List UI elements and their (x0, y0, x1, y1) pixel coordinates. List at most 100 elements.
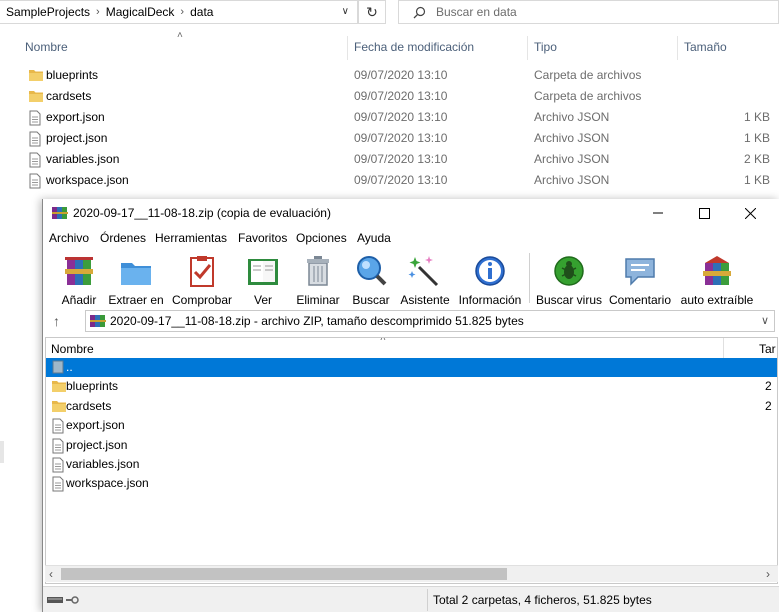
file-date: 09/07/2020 13:10 (354, 131, 448, 145)
file-date: 09/07/2020 13:10 (354, 110, 448, 124)
item-size: 2 (765, 379, 772, 394)
file-list: ˄ Nombre Tar .. blueprints 2 cardsets 2 expor… (45, 337, 778, 584)
scrollbar-thumb[interactable] (61, 568, 507, 580)
archive-list-item[interactable]: .. (46, 358, 777, 377)
explorer-address-bar: SampleProjects › MagicalDeck › data ∨ ↻ … (0, 0, 779, 25)
test-button[interactable]: Comprobar (170, 251, 234, 307)
item-name: variables.json (66, 457, 140, 471)
file-icon (28, 110, 42, 129)
extract-to-button[interactable]: Extraer en (107, 251, 165, 307)
winrar-window: 2020-09-17__11-08-18.zip (copia de evalu… (42, 199, 779, 612)
extract-to-label: Extraer en (108, 293, 164, 307)
chevron-down-icon[interactable]: ∨ (342, 6, 349, 17)
column-date[interactable]: Fecha de modificación (354, 36, 474, 58)
scroll-left-icon[interactable]: ‹ (49, 567, 53, 581)
menu-ayuda[interactable]: Ayuda (357, 231, 391, 245)
toolbar: Añadir Extraer en Comprobar Ver Eliminar… (43, 251, 779, 307)
breadcrumb[interactable]: SampleProjects › MagicalDeck › data ∨ (0, 0, 358, 24)
breadcrumb-item[interactable]: data (190, 5, 213, 19)
column-name[interactable]: Nombre (51, 342, 94, 356)
archive-list-item[interactable]: project.json (46, 436, 777, 455)
column-divider[interactable] (527, 36, 528, 60)
archive-list-item[interactable]: export.json (46, 416, 777, 437)
close-icon (744, 207, 756, 219)
drive-key-icon (47, 596, 79, 604)
column-type[interactable]: Tipo (534, 36, 557, 58)
search-placeholder: Buscar en data (436, 5, 517, 19)
archive-list-item[interactable]: workspace.json (46, 474, 777, 495)
search-input[interactable]: Buscar en data (398, 0, 779, 24)
extract-folder-icon (121, 263, 151, 285)
sfx-icon (703, 256, 731, 285)
status-text: Total 2 carpetas, 4 ficheros, 51.825 byt… (433, 593, 652, 607)
menu-herramientas[interactable]: Herramientas (155, 231, 227, 245)
file-type: Carpeta de archivos (534, 89, 642, 103)
info-label: Información (458, 293, 522, 307)
item-name: .. (66, 360, 73, 374)
maximize-icon (698, 207, 710, 219)
archive-list-item[interactable]: cardsets 2 (46, 397, 777, 416)
refresh-button[interactable]: ↻ (358, 0, 386, 24)
item-name: export.json (66, 418, 125, 433)
close-button[interactable] (727, 199, 773, 227)
explorer-file-row[interactable]: workspace.json 09/07/2020 13:10 Archivo JS… (0, 170, 779, 191)
menu-favoritos[interactable]: Favoritos (238, 231, 287, 245)
file-type: Archivo JSON (534, 110, 610, 124)
chevron-down-icon[interactable]: ∨ (761, 314, 769, 327)
refresh-icon: ↻ (366, 3, 378, 20)
file-icon (51, 476, 65, 495)
horizontal-scrollbar[interactable]: ‹ › (45, 565, 778, 582)
title-bar[interactable]: 2020-09-17__11-08-18.zip (copia de evalu… (43, 199, 779, 227)
status-divider (427, 589, 428, 611)
scan-virus-button[interactable]: Buscar virus (536, 251, 602, 307)
add-label: Añadir (61, 293, 97, 307)
up-arrow-icon[interactable]: ↑ (53, 313, 60, 329)
file-date: 09/07/2020 13:10 (354, 173, 448, 187)
archive-list-item[interactable]: variables.json (46, 455, 777, 474)
column-name[interactable]: Nombre (25, 36, 68, 58)
file-type: Archivo JSON (534, 131, 610, 145)
info-button[interactable]: Información (457, 251, 523, 307)
file-icon (51, 418, 65, 437)
add-button[interactable]: Añadir (55, 251, 103, 307)
wizard-button[interactable]: Asistente (399, 251, 451, 307)
view-button[interactable]: Ver (241, 251, 285, 307)
menu-ordenes[interactable]: Órdenes (100, 231, 146, 245)
item-name: project.json (66, 437, 128, 452)
find-button[interactable]: Buscar (349, 251, 393, 307)
chevron-right-icon: › (96, 6, 100, 18)
sfx-button[interactable]: auto extraíble (679, 251, 755, 307)
folder-icon (28, 89, 44, 106)
trash-icon (307, 256, 329, 286)
comment-icon (625, 258, 655, 286)
breadcrumb-item[interactable]: SampleProjects (0, 5, 90, 19)
file-date: 09/07/2020 13:10 (354, 152, 448, 166)
file-type: Carpeta de archivos (534, 68, 642, 82)
column-divider[interactable] (677, 36, 678, 60)
explorer-file-row[interactable]: cardsets 09/07/2020 13:10 Carpeta de archi… (0, 86, 779, 107)
column-divider[interactable] (723, 338, 724, 358)
file-size: 1 KB (743, 110, 770, 124)
column-size[interactable]: Tamaño (684, 36, 727, 58)
archive-path-field[interactable]: 2020-09-17__11-08-18.zip - archivo ZIP, … (85, 310, 775, 332)
explorer-file-row[interactable]: export.json 09/07/2020 13:10 Archivo JSON 1… (0, 107, 779, 128)
explorer-file-row[interactable]: blueprints 09/07/2020 13:10 Carpeta de arc… (0, 65, 779, 86)
minimize-button[interactable] (635, 199, 681, 227)
test-label: Comprobar (171, 293, 233, 307)
scroll-right-icon[interactable]: › (766, 567, 770, 581)
file-type: Archivo JSON (534, 152, 610, 166)
comment-button[interactable]: Comentario (607, 251, 673, 307)
delete-button[interactable]: Eliminar (293, 251, 343, 307)
maximize-button[interactable] (681, 199, 727, 227)
column-size[interactable]: Tar (759, 342, 776, 356)
menu-archivo[interactable]: Archivo (49, 231, 89, 245)
explorer-file-row[interactable]: project.json 09/07/2020 13:10 Archivo JSON… (0, 128, 779, 149)
column-divider[interactable] (347, 36, 348, 60)
window-edge (0, 441, 4, 463)
breadcrumb-item[interactable]: MagicalDeck (106, 5, 175, 19)
file-icon (28, 131, 42, 150)
virus-scan-icon (554, 256, 584, 286)
archive-list-item[interactable]: blueprints 2 (46, 377, 777, 396)
explorer-file-row[interactable]: variables.json 09/07/2020 13:10 Archivo JS… (0, 149, 779, 170)
menu-opciones[interactable]: Opciones (296, 231, 347, 245)
